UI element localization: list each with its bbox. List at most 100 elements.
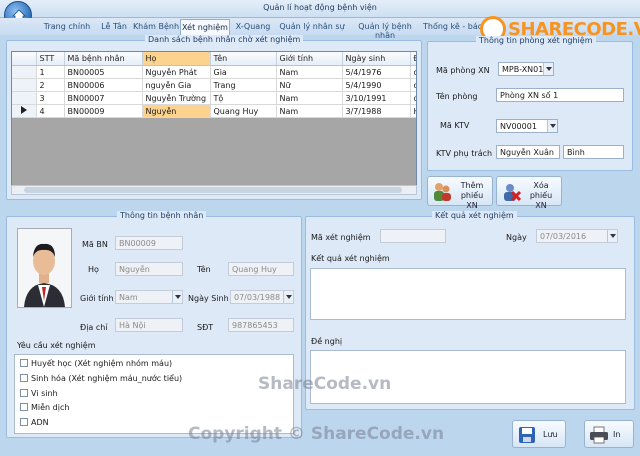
cell-ma-bn[interactable]: BN00007 — [64, 91, 143, 105]
row-header[interactable] — [12, 65, 37, 79]
test-option-mien-dich[interactable]: Miễn dịch — [20, 403, 69, 412]
cell-ngay-sinh[interactable]: 5/4/1990 — [342, 78, 411, 92]
cell-ho[interactable]: Nguyễn Phát — [142, 65, 211, 79]
gender-select[interactable]: Nam — [115, 290, 183, 304]
test-option-huyet-hoc[interactable]: Huyết học (Xét nghiệm nhóm máu) — [20, 359, 172, 368]
cell-dia-chi[interactable]: đ — [410, 65, 416, 79]
current-row-arrow-icon[interactable] — [12, 104, 37, 118]
tab-x-quang[interactable]: X-Quang — [231, 19, 275, 35]
result-textarea[interactable] — [310, 268, 626, 320]
chevron-down-icon[interactable] — [607, 230, 617, 242]
patient-grid[interactable]: STT Mã bệnh nhân Họ Tên Giới tính Ngày s… — [11, 51, 417, 194]
room-code-select[interactable]: MPB-XN01 — [498, 62, 554, 76]
cell-ngay-sinh[interactable]: 3/10/1991 — [342, 91, 411, 105]
test-option-adn[interactable]: ADN — [20, 418, 49, 427]
tech-first-name-field[interactable]: Nguyễn Xuân — [496, 145, 560, 159]
chevron-down-icon[interactable] — [172, 291, 182, 303]
cell-ten[interactable]: Gia — [210, 65, 277, 79]
address-label: Địa chỉ — [80, 323, 108, 332]
scroll-thumb[interactable] — [24, 187, 402, 193]
dob-picker[interactable]: 07/03/1988 — [230, 290, 294, 304]
checkbox[interactable] — [20, 359, 28, 367]
tab-trang-chinh[interactable]: Trang chính — [38, 19, 96, 35]
tech-code-select[interactable]: NV00001 — [496, 119, 558, 133]
tech-last-name-field[interactable]: Bình — [563, 145, 624, 159]
row-header[interactable] — [12, 78, 37, 92]
add-users-icon — [434, 183, 451, 201]
add-test-slip-button[interactable]: Thêm phiếu XN — [427, 176, 493, 210]
gender-label: Giới tính — [80, 294, 114, 303]
col-header-ho[interactable]: Họ — [142, 52, 211, 66]
table-row[interactable]: 1 BN00005 Nguyễn Phát Gia Nam 5/4/1976 đ — [12, 65, 416, 79]
cell-dia-chi[interactable]: đ — [410, 78, 416, 92]
cell-gioi-tinh[interactable]: Nữ — [276, 78, 343, 92]
test-date-picker[interactable]: 07/03/2016 — [536, 229, 618, 243]
checkbox[interactable] — [20, 389, 28, 397]
room-name-field[interactable]: Phòng XN số 1 — [496, 88, 624, 102]
print-button[interactable]: In — [584, 420, 634, 448]
grid-horizontal-scrollbar[interactable] — [11, 185, 417, 195]
table-row[interactable]: 2 BN00006 nguyễn Gia Trang Nữ 5/4/1990 đ — [12, 78, 416, 92]
cell-gioi-tinh[interactable]: Nam — [276, 104, 343, 118]
cell-ma-bn[interactable]: BN00009 — [64, 104, 143, 118]
cell-stt[interactable]: 1 — [36, 65, 65, 79]
checkbox[interactable] — [20, 374, 28, 382]
phone-label: SĐT — [197, 323, 214, 332]
chevron-down-icon[interactable] — [543, 63, 553, 75]
cell-gioi-tinh[interactable]: Nam — [276, 65, 343, 79]
col-header-ten[interactable]: Tên — [210, 52, 277, 66]
chevron-down-icon[interactable] — [283, 291, 293, 303]
patient-id-field[interactable]: BN00009 — [115, 236, 183, 250]
first-name-field[interactable]: Quang Huy — [228, 262, 294, 276]
tab-quan-ly-nhan-su[interactable]: Quản lý nhân sự — [277, 19, 347, 35]
cell-stt[interactable]: 4 — [36, 104, 65, 118]
test-option-vi-sinh[interactable]: Vi sinh — [20, 389, 58, 398]
lab-info-legend: Thông tin phòng xét nghiệm — [476, 36, 596, 45]
cell-stt[interactable]: 2 — [36, 78, 65, 92]
last-name-field[interactable]: Nguyễn — [115, 262, 183, 276]
cell-ho[interactable]: Nguyễn Trường — [142, 91, 211, 105]
cell-dia-chi[interactable]: đ — [410, 91, 416, 105]
col-header-dia-chi[interactable]: Đ — [410, 52, 416, 66]
tab-quan-ly-benh-nhan[interactable]: Quản lý bệnh nhân — [348, 19, 422, 40]
col-header-stt[interactable]: STT — [36, 52, 65, 66]
address-field[interactable]: Hà Nội — [115, 318, 183, 332]
cell-dia-chi[interactable]: H — [410, 104, 416, 118]
table-row[interactable]: 3 BN00007 Nguyễn Trường Tộ Nam 3/10/1991… — [12, 91, 416, 105]
test-code-field[interactable] — [380, 229, 446, 243]
cell-gioi-tinh[interactable]: Nam — [276, 91, 343, 105]
cell-ma-bn[interactable]: BN00006 — [64, 78, 143, 92]
printer-icon — [590, 426, 608, 444]
checkbox[interactable] — [20, 403, 28, 411]
cell-ho[interactable]: nguyễn Gia — [142, 78, 211, 92]
row-header[interactable] — [12, 91, 37, 105]
test-request-label: Yêu cầu xét nghiệm — [17, 341, 96, 350]
col-header-ngay-sinh[interactable]: Ngày sinh — [342, 52, 411, 66]
cell-ho[interactable]: Nguyễn — [142, 104, 211, 118]
cell-ten[interactable]: Quang Huy — [210, 104, 277, 118]
delete-test-slip-button[interactable]: Xóa phiếu XN — [496, 176, 562, 210]
cell-ten[interactable]: Trang — [210, 78, 277, 92]
col-header-ma-bn[interactable]: Mã bệnh nhân — [64, 52, 143, 66]
cell-ten[interactable]: Tộ — [210, 91, 277, 105]
patient-avatar — [18, 229, 71, 307]
checkbox[interactable] — [20, 418, 28, 426]
watermark-bottom: Copyright © ShareCode.vn — [188, 424, 445, 444]
cell-ma-bn[interactable]: BN00005 — [64, 65, 143, 79]
window-title: Quản lí hoạt động bệnh viện — [263, 3, 377, 12]
chevron-down-icon[interactable] — [547, 120, 557, 132]
cell-stt[interactable]: 3 — [36, 91, 65, 105]
grid-corner — [12, 52, 37, 66]
cell-ngay-sinh[interactable]: 3/7/1988 — [342, 104, 411, 118]
table-row-selected[interactable]: 4 BN00009 Nguyễn Quang Huy Nam 3/7/1988 … — [12, 104, 416, 118]
save-button[interactable]: Lưu — [512, 420, 566, 448]
tab-kham-benh[interactable]: Khám Bệnh — [132, 19, 180, 35]
tab-le-tan[interactable]: Lễ Tân — [96, 19, 132, 35]
cell-ngay-sinh[interactable]: 5/4/1976 — [342, 65, 411, 79]
test-option-sinh-hoa[interactable]: Sinh hóa (Xét nghiệm máu_nước tiểu) — [20, 374, 182, 383]
phone-field[interactable]: 987865453 — [228, 318, 294, 332]
room-code-label: Mã phòng XN — [436, 66, 490, 75]
tab-xet-nghiem[interactable]: Xét nghiệm — [180, 19, 230, 35]
first-name-label: Tên — [197, 265, 211, 274]
col-header-gioi-tinh[interactable]: Giới tính — [276, 52, 343, 66]
